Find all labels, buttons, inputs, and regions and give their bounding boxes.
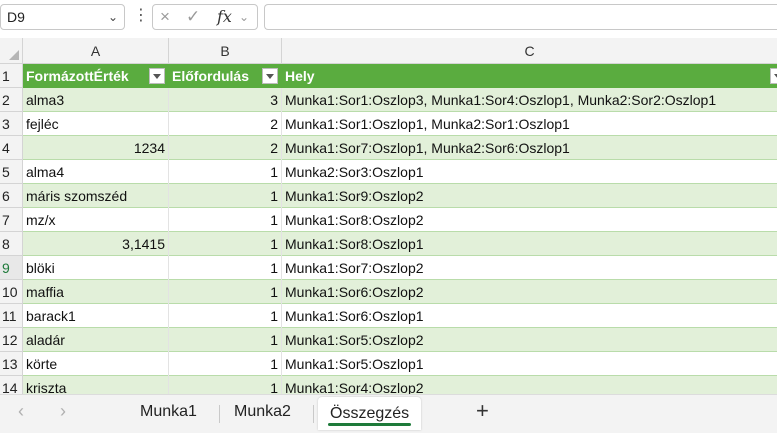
- cell-location[interactable]: Munka1:Sor7:Oszlop1, Munka2:Sor6:Oszlop1: [282, 136, 777, 160]
- formula-bar: D9 ⌄ ⋮ × ✓ fx ⌄: [0, 0, 777, 36]
- enter-icon[interactable]: ✓: [186, 5, 200, 29]
- filter-dropdown-icon[interactable]: [149, 68, 165, 84]
- cell-location[interactable]: Munka1:Sor8:Oszlop2: [282, 208, 777, 232]
- cell-formatted-value[interactable]: blöki: [23, 256, 169, 280]
- formula-buttons: × ✓ fx ⌄: [152, 4, 258, 30]
- column-header-b[interactable]: B: [169, 38, 282, 64]
- tab-divider: [219, 405, 220, 423]
- cell-formatted-value[interactable]: barack1: [23, 304, 169, 328]
- cell-location[interactable]: Munka1:Sor8:Oszlop1: [282, 232, 777, 256]
- cell-formatted-value[interactable]: alma4: [23, 160, 169, 184]
- cell-occurrence-count[interactable]: 2: [169, 112, 282, 136]
- active-tab-indicator: [328, 423, 412, 426]
- row-header[interactable]: 2: [0, 88, 23, 112]
- row-header[interactable]: 14: [0, 376, 23, 394]
- cell-occurrence-count[interactable]: 1: [169, 184, 282, 208]
- cell-location[interactable]: Munka1:Sor1:Oszlop3, Munka1:Sor4:Oszlop1…: [282, 88, 777, 112]
- cell-occurrence-count[interactable]: 1: [169, 256, 282, 280]
- table-header-cell[interactable]: Hely: [282, 64, 777, 88]
- row-header[interactable]: 5: [0, 160, 23, 184]
- row-header[interactable]: 1: [0, 64, 23, 88]
- row-header[interactable]: 4: [0, 136, 23, 160]
- select-all-corner[interactable]: [0, 38, 23, 64]
- cell-formatted-value[interactable]: mz/x: [23, 208, 169, 232]
- cell-location[interactable]: Munka1:Sor7:Oszlop2: [282, 256, 777, 280]
- cell-occurrence-count[interactable]: 1: [169, 352, 282, 376]
- cell-location[interactable]: Munka1:Sor5:Oszlop2: [282, 328, 777, 352]
- cell-occurrence-count[interactable]: 1: [169, 328, 282, 352]
- header-label: Előfordulás: [172, 68, 250, 84]
- row-header[interactable]: 9: [0, 256, 23, 280]
- header-label: FormázottÉrték: [26, 68, 129, 84]
- cell-formatted-value[interactable]: aladár: [23, 328, 169, 352]
- cell-occurrence-count[interactable]: 1: [169, 208, 282, 232]
- table-header-cell[interactable]: FormázottÉrték: [23, 64, 169, 88]
- cell-occurrence-count[interactable]: 1: [169, 160, 282, 184]
- tab-divider: [313, 405, 314, 423]
- tab-label: Összegzés: [330, 405, 410, 422]
- cell-formatted-value[interactable]: kriszta: [23, 376, 169, 394]
- tab-munka1[interactable]: Munka1: [140, 403, 197, 421]
- cell-occurrence-count[interactable]: 1: [169, 304, 282, 328]
- cell-location[interactable]: Munka1:Sor5:Oszlop1: [282, 352, 777, 376]
- add-sheet-button[interactable]: +: [476, 398, 489, 424]
- name-box[interactable]: D9 ⌄: [0, 4, 125, 30]
- cancel-icon[interactable]: ×: [160, 5, 170, 29]
- cell-location[interactable]: Munka2:Sor3:Oszlop1: [282, 160, 777, 184]
- filter-dropdown-icon[interactable]: [770, 68, 777, 84]
- more-options-icon[interactable]: ⋮: [133, 6, 149, 26]
- chevron-down-icon[interactable]: ⌄: [108, 5, 118, 29]
- row-header[interactable]: 6: [0, 184, 23, 208]
- header-label: Hely: [285, 68, 315, 84]
- cell-formatted-value[interactable]: alma3: [23, 88, 169, 112]
- row-header[interactable]: 11: [0, 304, 23, 328]
- filter-dropdown-icon[interactable]: [262, 68, 278, 84]
- cell-location[interactable]: Munka1:Sor4:Oszlop2: [282, 376, 777, 394]
- row-header[interactable]: 13: [0, 352, 23, 376]
- cell-occurrence-count[interactable]: 1: [169, 376, 282, 394]
- cell-formatted-value[interactable]: 3,1415: [23, 232, 169, 256]
- column-header-a[interactable]: A: [23, 38, 169, 64]
- cell-location[interactable]: Munka1:Sor6:Oszlop2: [282, 280, 777, 304]
- cell-formatted-value[interactable]: maffia: [23, 280, 169, 304]
- cell-formatted-value[interactable]: 1234: [23, 136, 169, 160]
- next-sheet-icon[interactable]: ›: [60, 401, 66, 422]
- row-header[interactable]: 10: [0, 280, 23, 304]
- cell-location[interactable]: Munka1:Sor1:Oszlop1, Munka2:Sor1:Oszlop1: [282, 112, 777, 136]
- chevron-down-icon[interactable]: ⌄: [239, 5, 249, 29]
- name-box-value: D9: [7, 9, 25, 25]
- formula-input[interactable]: [264, 4, 777, 30]
- cell-occurrence-count[interactable]: 1: [169, 232, 282, 256]
- insert-function-icon[interactable]: fx: [217, 5, 232, 29]
- cell-occurrence-count[interactable]: 1: [169, 280, 282, 304]
- column-header-c[interactable]: C: [282, 38, 777, 64]
- row-header[interactable]: 3: [0, 112, 23, 136]
- cell-occurrence-count[interactable]: 3: [169, 88, 282, 112]
- spreadsheet-grid[interactable]: A B C 1 FormázottÉrték Előfordulás Hely …: [0, 38, 777, 394]
- cell-location[interactable]: Munka1:Sor6:Oszlop1: [282, 304, 777, 328]
- row-header[interactable]: 8: [0, 232, 23, 256]
- cell-formatted-value[interactable]: fejléc: [23, 112, 169, 136]
- row-header[interactable]: 12: [0, 328, 23, 352]
- tab-munka2[interactable]: Munka2: [234, 403, 291, 421]
- sheet-tab-bar: ‹ › Munka1 Munka2 Összegzés +: [0, 394, 777, 433]
- tab-osszegzes[interactable]: Összegzés: [318, 397, 422, 430]
- row-header[interactable]: 7: [0, 208, 23, 232]
- cell-formatted-value[interactable]: körte: [23, 352, 169, 376]
- previous-sheet-icon[interactable]: ‹: [18, 401, 24, 422]
- cell-formatted-value[interactable]: máris szomszéd: [23, 184, 169, 208]
- cell-location[interactable]: Munka1:Sor9:Oszlop2: [282, 184, 777, 208]
- cell-occurrence-count[interactable]: 2: [169, 136, 282, 160]
